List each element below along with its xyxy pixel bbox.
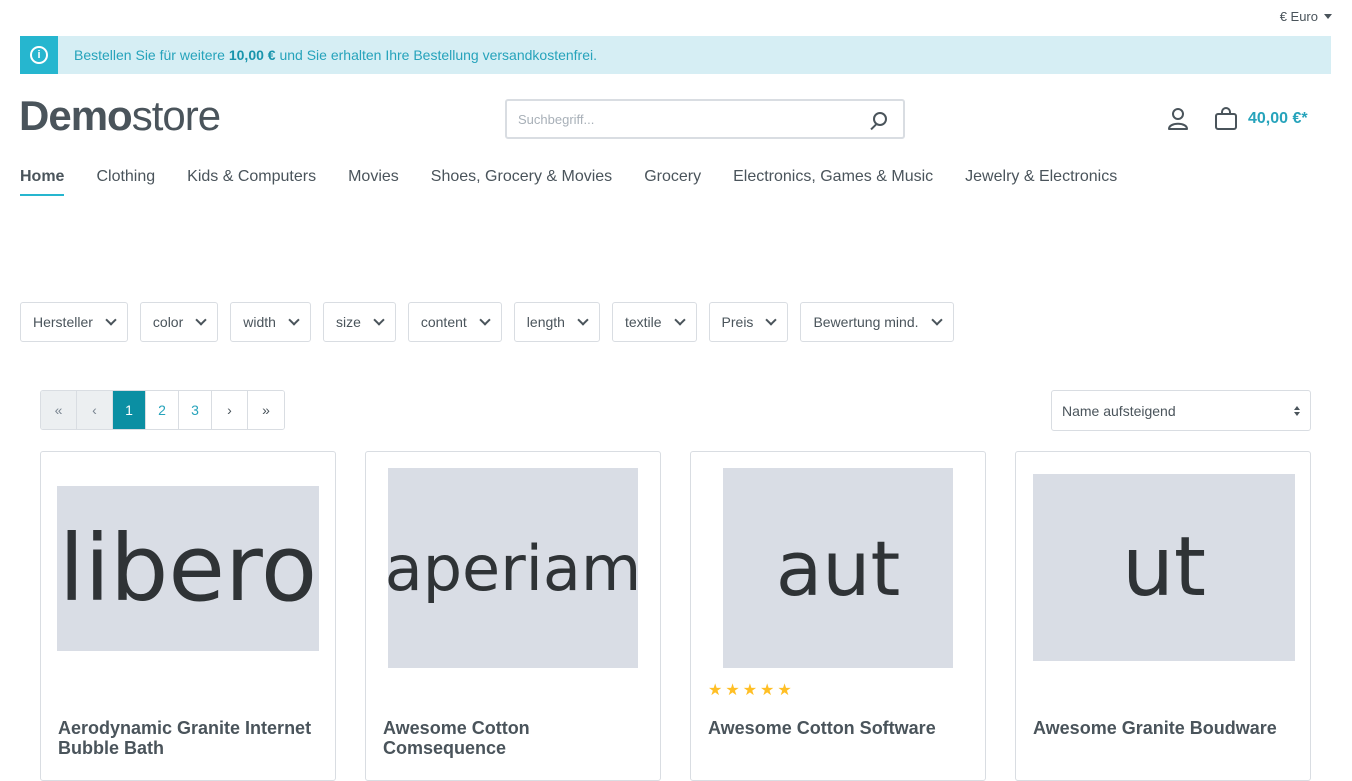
cart-icon[interactable]: [1214, 107, 1238, 131]
star-icon: ★: [708, 682, 723, 699]
chevron-down-icon: [673, 314, 686, 326]
sort-selected: Name aufsteigend: [1062, 402, 1176, 419]
chevron-down-icon: [577, 314, 589, 326]
nav-item-movies[interactable]: Movies: [348, 168, 399, 196]
store-logo[interactable]: Demostore: [19, 92, 221, 140]
filter-manufacturer[interactable]: Hersteller: [20, 302, 128, 342]
filter-label: size: [335, 314, 361, 330]
product-card[interactable]: ut Awesome Granite Boudware: [1015, 451, 1311, 781]
banner-text-before: Bestellen Sie für weitere: [74, 47, 229, 63]
filter-size[interactable]: size: [322, 302, 396, 342]
banner-text-after: und Sie erhalten Ihre Bestellung versand…: [275, 47, 597, 63]
logo-bold: Demo: [19, 92, 133, 139]
search-input[interactable]: [516, 110, 873, 128]
sort-arrows-icon: [1294, 405, 1300, 416]
product-name[interactable]: Aerodynamic Granite Internet Bubble Bath: [58, 718, 320, 758]
filter-length[interactable]: length: [513, 302, 600, 342]
star-icon: ★: [742, 682, 758, 699]
rating-stars: ★ ★ ★ ★ ★: [708, 683, 792, 699]
nav-item-grocery[interactable]: Grocery: [644, 168, 701, 196]
currency-label: € Euro: [1279, 9, 1318, 24]
product-image[interactable]: aperiam: [388, 468, 638, 668]
chevron-down-icon: [195, 314, 207, 326]
chevron-down-icon: [373, 314, 385, 326]
product-image[interactable]: libero: [57, 486, 319, 651]
filter-label: color: [152, 314, 184, 330]
product-name[interactable]: Awesome Granite Boudware: [1033, 718, 1295, 738]
product-card[interactable]: aperiam Awesome Cotton Comsequence: [365, 451, 661, 781]
main-navigation: Home Clothing Kids & Computers Movies Sh…: [20, 168, 1149, 196]
chevron-down-icon: [288, 314, 300, 326]
nav-item-home[interactable]: Home: [20, 168, 65, 196]
filter-label: content: [420, 314, 467, 330]
product-card[interactable]: aut ★ ★ ★ ★ ★ Awesome Cotton Software: [690, 451, 986, 781]
logo-rest: store: [131, 92, 221, 139]
nav-item-jewelry-electronics[interactable]: Jewelry & Electronics: [965, 168, 1117, 196]
star-icon: ★: [760, 682, 775, 699]
star-icon: ★: [777, 682, 792, 699]
nav-item-shoes-grocery-movies[interactable]: Shoes, Grocery & Movies: [431, 168, 612, 196]
chevron-down-icon: [105, 314, 117, 326]
product-card[interactable]: libero Aerodynamic Granite Internet Bubb…: [40, 451, 336, 781]
search-box: [505, 99, 905, 139]
filter-label: Preis: [721, 314, 754, 330]
pagination: « ‹ 1 2 3 › »: [40, 390, 285, 430]
banner-text: Bestellen Sie für weitere 10,00 € und Si…: [74, 47, 597, 63]
filter-width[interactable]: width: [230, 302, 311, 342]
product-image[interactable]: ut: [1033, 474, 1295, 661]
filter-price[interactable]: Preis: [708, 302, 789, 342]
previous-page-button[interactable]: ‹: [77, 391, 113, 429]
cart-total[interactable]: 40,00 €*: [1248, 110, 1308, 128]
next-page-button[interactable]: ›: [212, 391, 248, 429]
nav-item-clothing[interactable]: Clothing: [96, 168, 155, 196]
product-name[interactable]: Awesome Cotton Software: [708, 718, 970, 738]
filter-label: width: [243, 314, 276, 330]
nav-item-electronics-games-music[interactable]: Electronics, Games & Music: [733, 168, 933, 196]
last-page-button[interactable]: »: [248, 391, 284, 429]
page-1-button[interactable]: 1: [113, 391, 146, 429]
nav-item-kids-computers[interactable]: Kids & Computers: [187, 168, 316, 196]
search-icon[interactable]: [873, 112, 887, 126]
filter-textile[interactable]: textile: [611, 302, 697, 342]
caret-down-icon: [1324, 14, 1332, 19]
product-name[interactable]: Awesome Cotton Comsequence: [383, 718, 645, 758]
chevron-down-icon: [479, 314, 491, 326]
filter-bar: Hersteller color width size content leng…: [20, 302, 954, 342]
info-icon: i: [30, 46, 48, 64]
filter-rating[interactable]: Bewertung mind.: [800, 302, 954, 342]
filter-content[interactable]: content: [407, 302, 502, 342]
page-3-button[interactable]: 3: [179, 391, 212, 429]
currency-switcher[interactable]: € Euro: [1280, 9, 1332, 24]
page-2-button[interactable]: 2: [146, 391, 179, 429]
info-icon-box: i: [20, 36, 58, 74]
shipping-info-banner: i Bestellen Sie für weitere 10,00 € und …: [20, 36, 1331, 74]
filter-label: Hersteller: [33, 314, 93, 330]
chevron-down-icon: [930, 314, 943, 326]
account-icon[interactable]: [1167, 107, 1189, 131]
star-icon: ★: [725, 682, 740, 699]
sort-select[interactable]: Name aufsteigend: [1051, 390, 1311, 431]
filter-label: textile: [624, 314, 662, 330]
filter-label: Bewertung mind.: [813, 314, 919, 330]
banner-amount: 10,00 €: [228, 47, 276, 63]
filter-label: length: [526, 314, 565, 330]
first-page-button[interactable]: «: [41, 391, 77, 429]
chevron-down-icon: [765, 314, 778, 326]
product-image[interactable]: aut: [723, 468, 953, 668]
filter-color[interactable]: color: [139, 302, 219, 342]
